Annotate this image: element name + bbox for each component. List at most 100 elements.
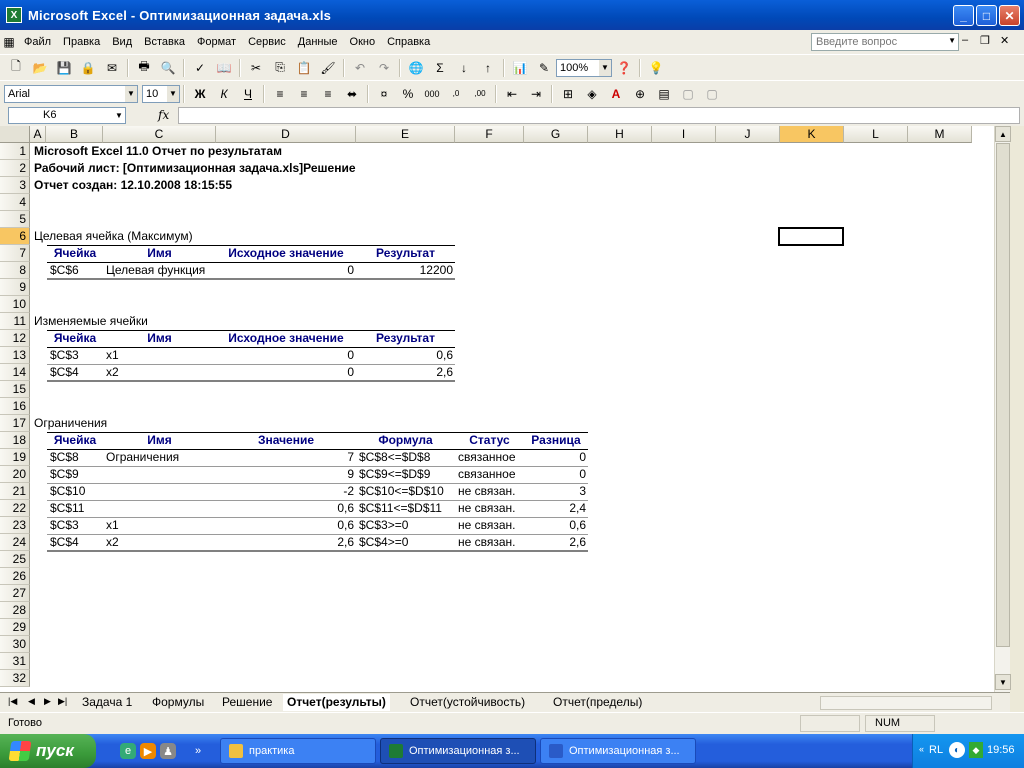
borders-icon[interactable]: ⊞ — [557, 84, 579, 104]
tab-report-sensitivity[interactable]: Отчет(устойчивость) — [406, 694, 529, 711]
email-icon[interactable]: ✉ — [101, 58, 123, 78]
row-header-10[interactable]: 10 — [0, 296, 30, 313]
row-header-1[interactable]: 1 — [0, 143, 30, 160]
chevron-down-icon[interactable]: ▼ — [125, 85, 137, 102]
research-icon[interactable]: 📖 — [213, 58, 235, 78]
chevron-down-icon[interactable]: ▼ — [167, 85, 179, 102]
column-header-k[interactable]: K — [780, 126, 844, 143]
row-header-3[interactable]: 3 — [0, 177, 30, 194]
task-folder[interactable]: практика — [220, 738, 376, 764]
help-icon[interactable]: ❓ — [613, 58, 635, 78]
column-header-c[interactable]: C — [103, 126, 216, 143]
row-header-23[interactable]: 23 — [0, 517, 30, 534]
menu-file[interactable]: Файл — [18, 36, 57, 48]
autosum-icon[interactable]: Σ — [429, 58, 451, 78]
new-icon[interactable]: 🗋 — [5, 58, 27, 78]
font-size-select[interactable]: 10 ▼ — [142, 84, 180, 103]
hyperlink-icon[interactable]: 🌐 — [405, 58, 427, 78]
percent-icon[interactable]: % — [397, 84, 419, 104]
format-painter-icon[interactable]: 🖌 — [317, 58, 339, 78]
align-center-icon[interactable]: ≡ — [293, 84, 315, 104]
horizontal-scrollbar[interactable] — [820, 696, 992, 710]
open-icon[interactable]: 📂 — [29, 58, 51, 78]
row-header-26[interactable]: 26 — [0, 568, 30, 585]
row-header-12[interactable]: 12 — [0, 330, 30, 347]
task-word[interactable]: Оптимизационная з... — [540, 738, 696, 764]
prev-sheet-icon[interactable]: ◀ — [28, 696, 35, 707]
tab-report-results[interactable]: Отчет(результы) — [283, 694, 390, 711]
row-header-31[interactable]: 31 — [0, 653, 30, 670]
close-button[interactable]: ✕ — [999, 5, 1020, 26]
doc-close-icon[interactable]: ✕ — [1000, 34, 1009, 47]
row-header-28[interactable]: 28 — [0, 602, 30, 619]
underline-icon[interactable]: Ч — [237, 84, 259, 104]
row-header-7[interactable]: 7 — [0, 245, 30, 262]
tray-app-icon[interactable]: ◐ — [949, 742, 965, 758]
sort-ascending-icon[interactable]: ↓ — [453, 58, 475, 78]
menu-tools[interactable]: Сервис — [242, 36, 292, 48]
row-header-19[interactable]: 19 — [0, 449, 30, 466]
zoom-select[interactable]: 100% ▼ — [556, 58, 612, 77]
menu-view[interactable]: Вид — [106, 36, 138, 48]
tab-report-limits[interactable]: Отчет(пределы) — [549, 694, 646, 711]
row-header-13[interactable]: 13 — [0, 347, 30, 364]
column-header-g[interactable]: G — [524, 126, 588, 143]
row-header-25[interactable]: 25 — [0, 551, 30, 568]
minimize-button[interactable]: _ — [953, 5, 974, 26]
row-header-15[interactable]: 15 — [0, 381, 30, 398]
align-left-icon[interactable]: ≡ — [269, 84, 291, 104]
row-header-11[interactable]: 11 — [0, 313, 30, 330]
ask-question-input[interactable]: Введите вопрос ▼ — [811, 33, 959, 51]
fill-color-icon[interactable]: ◈ — [581, 84, 603, 104]
name-box[interactable]: K6 ▼ — [8, 107, 126, 124]
tray-security-icon[interactable]: ◆ — [969, 742, 983, 758]
merge-center-icon[interactable]: ⬌ — [341, 84, 363, 104]
column-header-l[interactable]: L — [844, 126, 908, 143]
sort-descending-icon[interactable]: ↑ — [477, 58, 499, 78]
task-excel-active[interactable]: Оптимизационная з... — [380, 738, 536, 764]
worksheet-grid[interactable]: A B C D E F G H I J K L M 1 2 3 4 5 6 7 8 9 10 11 12 13 14 15 16 17 18… — [0, 126, 1010, 692]
row-header-29[interactable]: 29 — [0, 619, 30, 636]
scroll-up-icon[interactable]: ▲ — [995, 126, 1011, 142]
active-cell[interactable] — [778, 227, 844, 246]
row-header-14[interactable]: 14 — [0, 364, 30, 381]
increase-decimal-icon[interactable]: ,0 — [445, 84, 467, 104]
vertical-scrollbar[interactable]: ▲ ▼ — [994, 126, 1011, 692]
row-header-18[interactable]: 18 — [0, 432, 30, 449]
workbook-icon[interactable]: ▦ — [1, 32, 17, 52]
menu-format[interactable]: Формат — [191, 36, 242, 48]
menu-insert[interactable]: Вставка — [138, 36, 191, 48]
row-header-8[interactable]: 8 — [0, 262, 30, 279]
column-header-e[interactable]: E — [356, 126, 455, 143]
row-header-5[interactable]: 5 — [0, 211, 30, 228]
row-header-6[interactable]: 6 — [0, 228, 30, 245]
redo-icon[interactable]: ↷ — [373, 58, 395, 78]
row-header-24[interactable]: 24 — [0, 534, 30, 551]
chevron-right-icon[interactable]: » — [190, 743, 206, 759]
excel-app-icon[interactable]: X — [6, 7, 22, 23]
row-header-16[interactable]: 16 — [0, 398, 30, 415]
increase-indent-icon[interactable]: ⇥ — [525, 84, 547, 104]
row-header-22[interactable]: 22 — [0, 500, 30, 517]
language-indicator[interactable]: RL — [929, 744, 943, 756]
column-header-f[interactable]: F — [455, 126, 524, 143]
row-header-30[interactable]: 30 — [0, 636, 30, 653]
doc-minimize-icon[interactable]: – — [962, 34, 968, 46]
cut-icon[interactable]: ✂ — [245, 58, 267, 78]
menu-window[interactable]: Окно — [344, 36, 382, 48]
decrease-indent-icon[interactable]: ⇤ — [501, 84, 523, 104]
permission-icon[interactable]: 🔒 — [77, 58, 99, 78]
lightbulb-icon[interactable]: 💡 — [645, 58, 667, 78]
font-color-icon[interactable]: A — [605, 84, 627, 104]
tab-formulas[interactable]: Формулы — [148, 694, 208, 711]
row-header-32[interactable]: 32 — [0, 670, 30, 687]
currency-icon[interactable]: ¤ — [373, 84, 395, 104]
scroll-thumb[interactable] — [996, 143, 1010, 647]
copy-icon[interactable]: ⎘ — [269, 58, 291, 78]
style-icon[interactable]: ▤ — [653, 84, 675, 104]
tray-chevron-icon[interactable]: « — [919, 744, 924, 754]
next-sheet-icon[interactable]: ▶ — [44, 696, 51, 707]
row-header-9[interactable]: 9 — [0, 279, 30, 296]
print-icon[interactable]: 🖶 — [133, 58, 155, 78]
quicklaunch-app-icon[interactable]: ♟ — [160, 743, 176, 759]
